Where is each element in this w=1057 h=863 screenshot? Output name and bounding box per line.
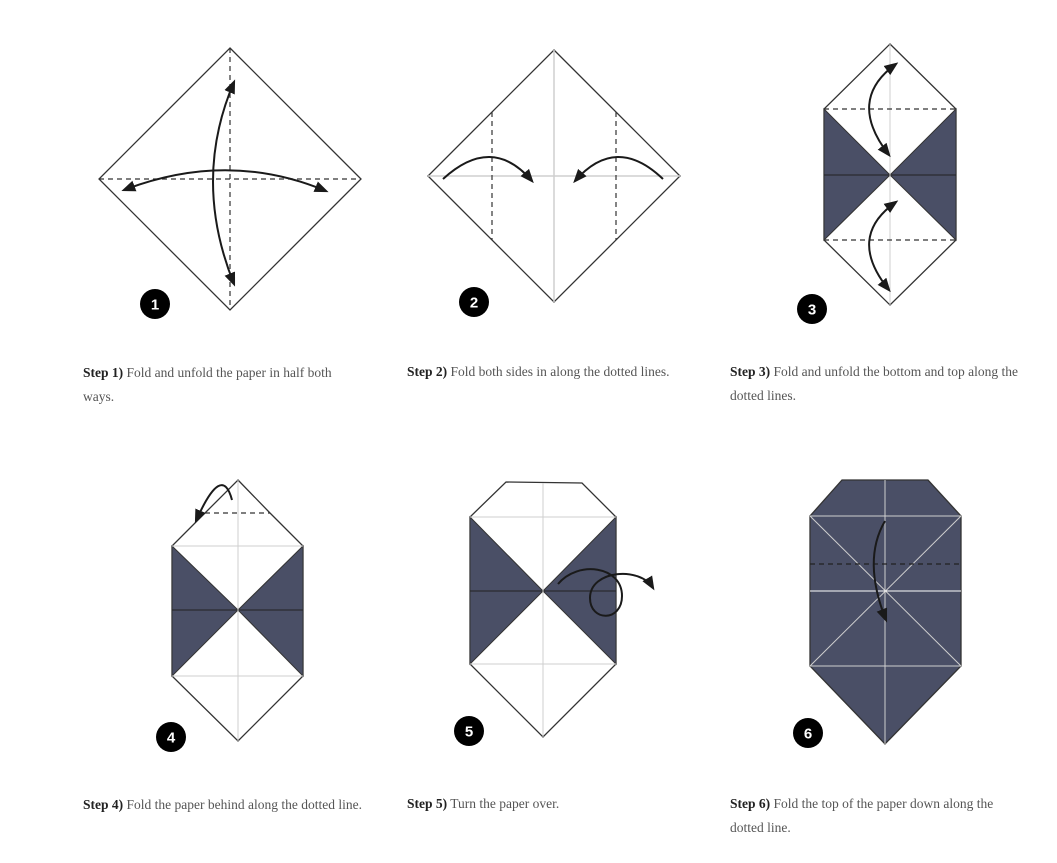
step-6-diagram: 6: [780, 470, 970, 755]
step-label: Step 3): [730, 364, 771, 379]
step-instruction: Fold and unfold the bottom and top along…: [730, 364, 1018, 403]
step-number-badge: 1: [140, 289, 170, 319]
step-number-badge: 3: [797, 294, 827, 324]
step-6-caption: Step 6) Fold the top of the paper down a…: [730, 792, 1025, 840]
step-2-caption: Step 2) Fold both sides in along the dot…: [407, 360, 707, 384]
svg-text:4: 4: [167, 730, 176, 747]
svg-text:3: 3: [808, 302, 816, 319]
step-3-diagram: 3: [790, 40, 970, 330]
svg-text:5: 5: [465, 724, 473, 741]
step-4-caption: Step 4) Fold the paper behind along the …: [83, 793, 393, 817]
svg-text:2: 2: [470, 295, 478, 312]
step-number-badge: 5: [454, 716, 484, 746]
step-number-badge: 2: [459, 287, 489, 317]
step-instruction: Turn the paper over.: [447, 796, 560, 811]
step-1-diagram: 1: [95, 44, 365, 324]
step-instruction: Fold the top of the paper down along the…: [730, 796, 994, 835]
step-1-caption: Step 1) Fold and unfold the paper in hal…: [83, 361, 363, 409]
step-2-diagram: 2: [420, 44, 690, 324]
step-instruction: Fold the paper behind along the dotted l…: [123, 797, 362, 812]
step-number-badge: 6: [793, 718, 823, 748]
step-label: Step 5): [407, 796, 448, 811]
step-label: Step 4): [83, 797, 124, 812]
step-5-diagram: 5: [440, 470, 670, 755]
step-5-caption: Step 5) Turn the paper over.: [407, 792, 707, 816]
svg-text:6: 6: [804, 726, 812, 743]
step-4-diagram: 4: [150, 470, 320, 755]
step-label: Step 6): [730, 796, 771, 811]
svg-text:1: 1: [151, 297, 159, 314]
step-label: Step 1): [83, 365, 124, 380]
step-label: Step 2): [407, 364, 448, 379]
step-3-caption: Step 3) Fold and unfold the bottom and t…: [730, 360, 1025, 408]
step-number-badge: 4: [156, 722, 186, 752]
step-instruction: Fold both sides in along the dotted line…: [447, 364, 670, 379]
